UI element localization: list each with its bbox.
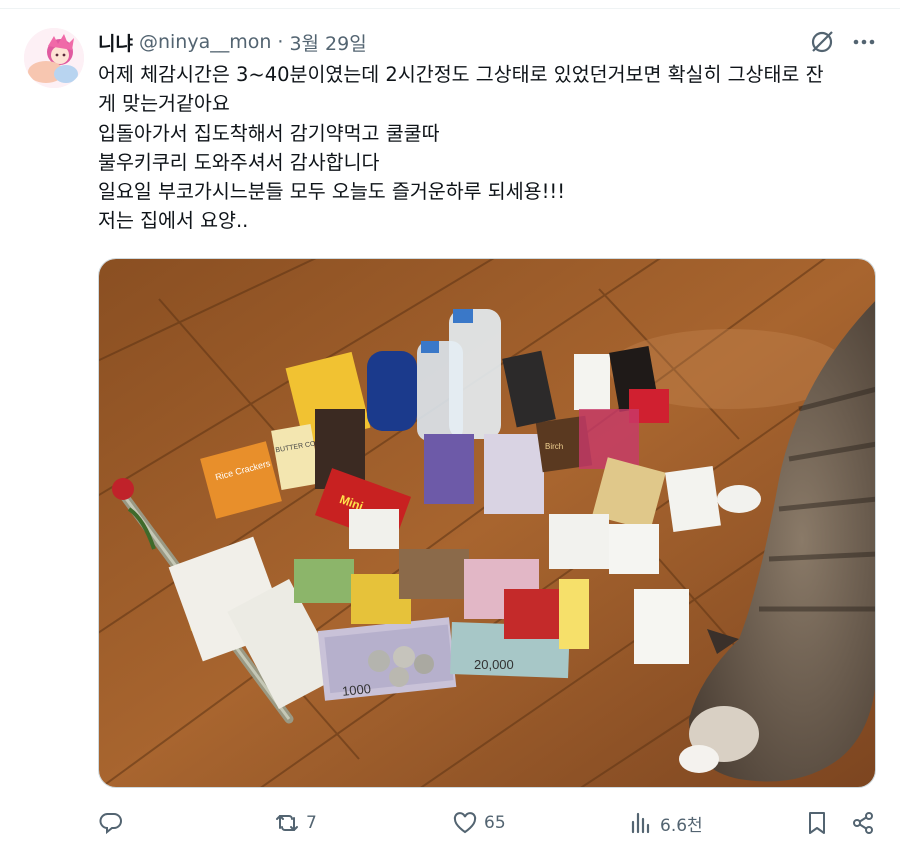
tweet-date[interactable]: 3월 29일 xyxy=(289,29,366,56)
retweet-count: 7 xyxy=(306,813,317,833)
note-1000-label: 1000 xyxy=(341,681,371,699)
tweet-text: 어제 체감시간은 3~40분이였는데 2시간정도 그상태로 있었던거보면 확실히… xyxy=(98,60,888,236)
tweet-photo[interactable]: 1000 20,000 Rice Crackers BUTTER COOKIE … xyxy=(98,258,876,788)
tweet-line: 불우키쿠리 도와주셔서 감사합니다 xyxy=(98,150,380,174)
birch-label: Birch xyxy=(545,442,563,451)
bookmark-button[interactable] xyxy=(804,806,830,840)
action-bar: 7 65 6.6천 xyxy=(98,806,878,840)
top-divider xyxy=(0,8,900,9)
like-button[interactable]: 65 xyxy=(452,806,506,840)
tweet-line: 게 맞는거같아요 xyxy=(98,92,230,116)
reply-button[interactable] xyxy=(98,806,130,840)
avatar[interactable] xyxy=(24,28,84,88)
note-20000-label: 20,000 xyxy=(474,657,514,672)
heart-icon xyxy=(453,812,477,834)
share-icon xyxy=(853,812,873,834)
retweet-icon xyxy=(276,815,298,831)
grok-icon[interactable] xyxy=(808,28,836,56)
share-button[interactable] xyxy=(850,806,876,840)
author-handle[interactable]: @ninya__mon xyxy=(139,31,271,53)
avatar-illustration xyxy=(24,28,84,88)
tweet-line: 저는 집에서 요양.. xyxy=(98,209,249,233)
tweet-line: 입돌아가서 집도착해서 감기약먹고 쿨쿨따 xyxy=(98,121,440,145)
bookmark-icon xyxy=(809,812,825,834)
retweet-button[interactable]: 7 xyxy=(274,806,317,840)
like-count: 65 xyxy=(484,813,506,833)
photo-illustration: 1000 20,000 Rice Crackers BUTTER COOKIE … xyxy=(99,259,875,787)
author-name[interactable]: 니냐 xyxy=(98,29,133,56)
views-button[interactable]: 6.6천 xyxy=(628,806,703,840)
header-separator: · xyxy=(277,31,284,53)
views-count: 6.6천 xyxy=(660,815,703,836)
views-icon xyxy=(631,812,650,834)
tweet-line: 어제 체감시간은 3~40분이였는데 2시간정도 그상태로 있었던거보면 확실히… xyxy=(98,63,824,86)
reply-icon xyxy=(99,813,122,835)
more-options-icon[interactable] xyxy=(850,28,878,56)
tweet-line: 일요일 부코가시느분들 모두 오늘도 즐거운하루 되세용!!! xyxy=(98,180,566,204)
tweet-header: 니냐 @ninya__mon · 3월 29일 xyxy=(98,28,367,56)
